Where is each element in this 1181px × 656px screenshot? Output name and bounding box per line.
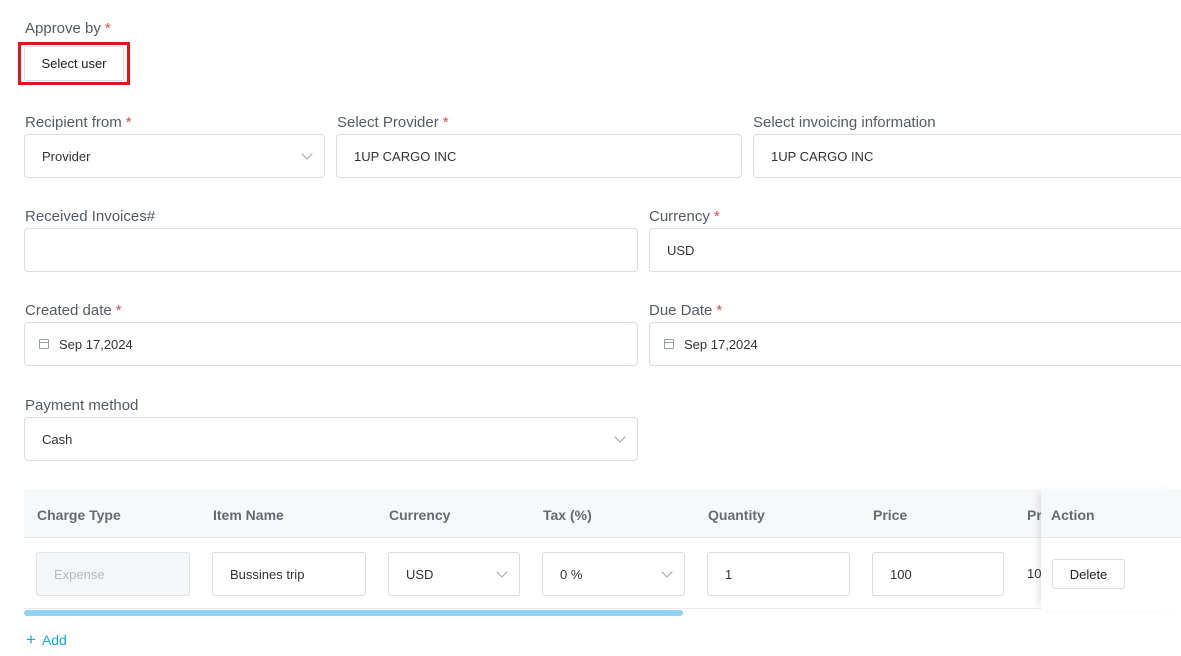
table-divider: [24, 537, 1181, 538]
horizontal-scrollbar[interactable]: [24, 610, 683, 616]
received-invoices-input[interactable]: [24, 228, 638, 272]
delete-button[interactable]: Delete: [1052, 559, 1125, 589]
col-action: Action: [1051, 507, 1095, 523]
payment-method-select[interactable]: Cash: [24, 417, 638, 461]
charge-type-input: Expense: [36, 552, 190, 596]
chevron-down-icon: [614, 431, 626, 443]
col-partial: Pr: [1027, 507, 1042, 523]
currency-input[interactable]: USD: [649, 228, 1181, 272]
add-row-button[interactable]: + Add: [26, 630, 67, 649]
due-date-label: Due Date *: [649, 302, 723, 319]
payment-method-label: Payment method: [25, 397, 139, 414]
col-charge-type: Charge Type: [37, 507, 121, 523]
calendar-icon: [664, 339, 674, 349]
table-header: [24, 489, 1181, 537]
required-mark: *: [115, 302, 122, 319]
due-date-picker[interactable]: Sep 17,2024: [649, 322, 1181, 366]
action-column: Action Delete: [1041, 489, 1181, 610]
recipient-from-select[interactable]: Provider: [24, 134, 325, 178]
select-provider-label: Select Provider *: [337, 114, 449, 131]
action-divider: [1041, 537, 1181, 538]
col-quantity: Quantity: [708, 507, 765, 523]
created-date-label: Created date *: [25, 302, 122, 319]
chevron-down-icon: [496, 566, 508, 578]
tax-select[interactable]: 0 %: [542, 552, 685, 596]
invoicing-information-input[interactable]: 1UP CARGO INC: [753, 134, 1181, 178]
created-date-picker[interactable]: Sep 17,2024: [24, 322, 638, 366]
row-currency-select[interactable]: USD: [388, 552, 520, 596]
calendar-icon: [39, 339, 49, 349]
required-mark: *: [442, 114, 449, 131]
currency-label: Currency *: [649, 208, 720, 225]
select-user-button[interactable]: Select user: [24, 46, 124, 81]
plus-icon: +: [26, 630, 36, 649]
required-mark: *: [716, 302, 723, 319]
col-currency: Currency: [389, 507, 451, 523]
item-name-input[interactable]: Bussines trip: [212, 552, 366, 596]
col-item-name: Item Name: [213, 507, 284, 523]
required-mark: *: [104, 20, 111, 37]
col-tax: Tax (%): [543, 507, 592, 523]
invoicing-information-label: Select invoicing information: [753, 114, 936, 131]
approve-by-label: Approve by *: [25, 20, 111, 37]
received-invoices-label: Received Invoices#: [25, 208, 156, 225]
price-input[interactable]: 100: [872, 552, 1004, 596]
chevron-down-icon: [661, 566, 673, 578]
col-price: Price: [873, 507, 908, 523]
required-mark: *: [713, 208, 720, 225]
table-bottom-divider: [24, 608, 1181, 609]
recipient-from-label: Recipient from *: [25, 114, 132, 131]
provider-input[interactable]: 1UP CARGO INC: [336, 134, 742, 178]
partial-value: 10: [1027, 566, 1042, 581]
quantity-input[interactable]: 1: [707, 552, 850, 596]
required-mark: *: [125, 114, 132, 131]
chevron-down-icon: [301, 148, 313, 160]
